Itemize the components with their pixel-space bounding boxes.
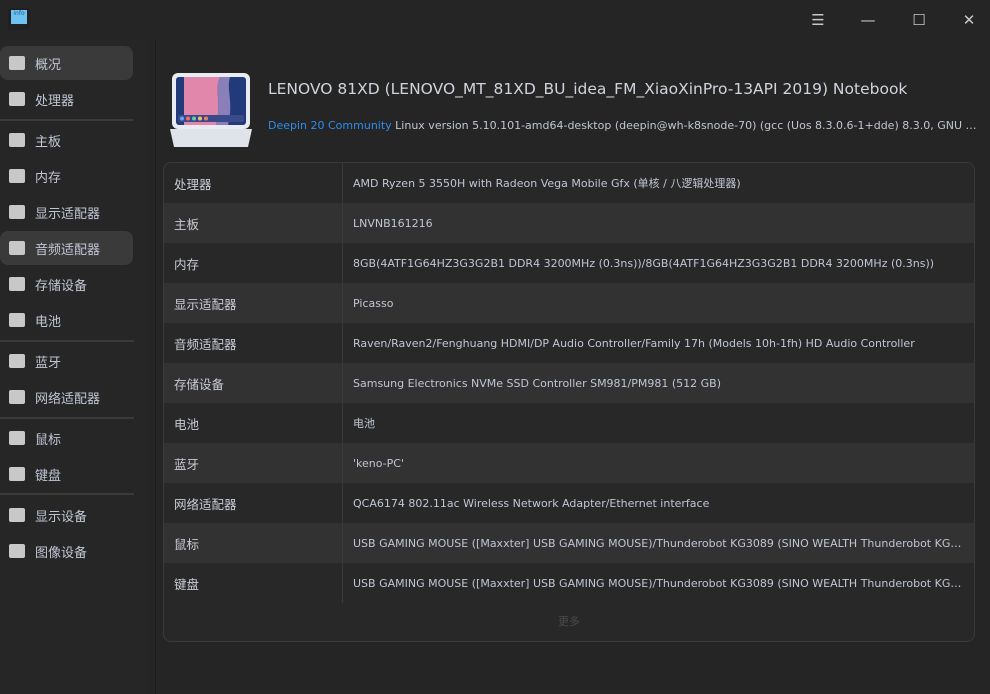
row-value: LNVNB161216 bbox=[353, 216, 433, 230]
row-value: 电池 bbox=[353, 417, 375, 430]
sidebar-item-label: 处理器 bbox=[35, 93, 75, 109]
row-label: 电池 bbox=[164, 403, 343, 443]
sidebar-item-label: 蓝牙 bbox=[35, 355, 62, 371]
row-label: 显示适配器 bbox=[164, 283, 343, 323]
row-value: Raven/Raven2/Fenghuang HDMI/DP Audio Con… bbox=[353, 336, 915, 350]
sidebar-item-label: 图像设备 bbox=[35, 545, 88, 561]
title-bar: info ☰ — ☐ ✕ bbox=[0, 0, 990, 40]
memory-icon bbox=[9, 169, 25, 183]
table-row: 主板 LNVNB161216 bbox=[164, 203, 974, 243]
sidebar-item-network[interactable]: 网络适配器 bbox=[0, 380, 133, 414]
sidebar-item-label: 键盘 bbox=[35, 468, 62, 484]
sidebar-item-label: 鼠标 bbox=[35, 432, 62, 448]
table-row: 内存 8GB(4ATF1G64HZ3G3G2B1 DDR4 3200MHz (0.… bbox=[164, 243, 974, 283]
monitor-icon bbox=[9, 508, 25, 522]
sidebar-item-bluetooth[interactable]: 蓝牙 bbox=[0, 344, 133, 378]
row-label: 存储设备 bbox=[164, 363, 343, 403]
sidebar-divider bbox=[0, 119, 134, 121]
sidebar-divider bbox=[0, 417, 134, 419]
table-row: 网络适配器 QCA6174 802.11ac Wireless Network A… bbox=[164, 483, 974, 523]
sidebar-item-gpu[interactable]: 显示适配器 bbox=[0, 195, 133, 229]
row-label: 鼠标 bbox=[164, 523, 343, 563]
table-row: 鼠标 USB GAMING MOUSE ([Maxxter] USB GAMING… bbox=[164, 523, 974, 563]
sidebar-item-memory[interactable]: 内存 bbox=[0, 159, 133, 193]
sidebar: 概况处理器主板内存显示适配器音频适配器存储设备电池蓝牙网络适配器鼠标键盘显示设备… bbox=[0, 40, 148, 694]
row-value: Picasso bbox=[353, 296, 394, 310]
maximize-button[interactable]: ☐ bbox=[907, 8, 931, 32]
sidebar-item-motherboard[interactable]: 主板 bbox=[0, 123, 133, 157]
minimize-button[interactable]: — bbox=[856, 8, 880, 32]
row-label: 内存 bbox=[164, 243, 343, 283]
camera-icon bbox=[9, 544, 25, 558]
bluetooth-icon bbox=[9, 354, 25, 368]
sidebar-item-mouse[interactable]: 鼠标 bbox=[0, 421, 133, 455]
keyboard-icon bbox=[9, 467, 25, 481]
row-value: USB GAMING MOUSE ([Maxxter] USB GAMING M… bbox=[353, 576, 974, 590]
cpu-icon bbox=[9, 92, 25, 106]
sidebar-item-keyboard[interactable]: 键盘 bbox=[0, 457, 133, 491]
sidebar-item-battery[interactable]: 电池 bbox=[0, 303, 133, 337]
sidebar-divider bbox=[0, 340, 134, 342]
close-button[interactable]: ✕ bbox=[957, 8, 981, 32]
row-value: USB GAMING MOUSE ([Maxxter] USB GAMING M… bbox=[353, 536, 974, 550]
table-row: 存储设备 Samsung Electronics NVMe SSD Control… bbox=[164, 363, 974, 403]
gpu-icon bbox=[9, 205, 25, 219]
sidebar-item-label: 网络适配器 bbox=[35, 391, 101, 407]
row-label: 处理器 bbox=[164, 163, 343, 203]
os-link[interactable]: Deepin 20 Community bbox=[268, 119, 392, 132]
sidebar-item-label: 内存 bbox=[35, 170, 62, 186]
app-logo-text: info bbox=[11, 10, 27, 24]
sidebar-item-computer[interactable]: 概况 bbox=[0, 46, 133, 80]
sidebar-item-cpu[interactable]: 处理器 bbox=[0, 82, 133, 116]
row-label: 键盘 bbox=[164, 563, 343, 603]
table-row: 蓝牙 'keno-PC' bbox=[164, 443, 974, 483]
overview-table: 处理器 AMD Ryzen 5 3550H with Radeon Vega Mo… bbox=[163, 162, 975, 642]
sidebar-item-speaker[interactable]: 音频适配器 bbox=[0, 231, 133, 265]
table-row: 电池 电池 bbox=[164, 403, 974, 443]
row-label: 蓝牙 bbox=[164, 443, 343, 483]
table-row: 键盘 USB GAMING MOUSE ([Maxxter] USB GAMING… bbox=[164, 563, 974, 603]
network-icon bbox=[9, 390, 25, 404]
sidebar-item-camera[interactable]: 图像设备 bbox=[0, 534, 133, 568]
row-label: 网络适配器 bbox=[164, 483, 343, 523]
menu-button[interactable]: ☰ bbox=[806, 8, 830, 32]
sidebar-item-label: 电池 bbox=[35, 314, 62, 330]
sidebar-item-label: 存储设备 bbox=[35, 278, 88, 294]
os-info: Deepin 20 Community Linux version 5.10.1… bbox=[268, 119, 978, 132]
app-logo: info bbox=[8, 8, 30, 30]
row-label: 音频适配器 bbox=[164, 323, 343, 363]
motherboard-icon bbox=[9, 133, 25, 147]
row-value: Samsung Electronics NVMe SSD Controller … bbox=[353, 376, 722, 390]
sidebar-item-label: 显示设备 bbox=[35, 509, 88, 525]
speaker-icon bbox=[9, 241, 25, 255]
sidebar-item-disk[interactable]: 存储设备 bbox=[0, 267, 133, 301]
sidebar-item-label: 音频适配器 bbox=[35, 242, 101, 258]
row-value: QCA6174 802.11ac Wireless Network Adapte… bbox=[353, 496, 710, 510]
table-row: 处理器 AMD Ryzen 5 3550H with Radeon Vega Mo… bbox=[164, 163, 974, 203]
computer-icon bbox=[9, 56, 25, 70]
row-value: 8GB(4ATF1G64HZ3G3G2B1 DDR4 3200MHz (0.3n… bbox=[353, 256, 935, 270]
laptop-icon bbox=[170, 73, 252, 147]
table-row: 音频适配器 Raven/Raven2/Fenghuang HDMI/DP Audi… bbox=[164, 323, 974, 363]
os-detail: Linux version 5.10.101-amd64-desktop (de… bbox=[395, 119, 978, 132]
sidebar-item-label: 显示适配器 bbox=[35, 206, 101, 222]
disk-icon bbox=[9, 277, 25, 291]
row-value: 'keno-PC' bbox=[353, 456, 404, 470]
mouse-icon bbox=[9, 431, 25, 445]
sidebar-divider bbox=[0, 493, 134, 495]
sidebar-item-label: 主板 bbox=[35, 134, 62, 150]
row-value: AMD Ryzen 5 3550H with Radeon Vega Mobil… bbox=[353, 177, 741, 190]
sidebar-item-monitor[interactable]: 显示设备 bbox=[0, 498, 133, 532]
table-row: 显示适配器 Picasso bbox=[164, 283, 974, 323]
row-label: 主板 bbox=[164, 203, 343, 243]
device-title: LENOVO 81XD (LENOVO_MT_81XD_BU_idea_FM_X… bbox=[268, 80, 908, 98]
sidebar-item-label: 概况 bbox=[35, 57, 62, 73]
battery-icon bbox=[9, 313, 25, 327]
more-button[interactable]: 更多 bbox=[164, 613, 974, 629]
